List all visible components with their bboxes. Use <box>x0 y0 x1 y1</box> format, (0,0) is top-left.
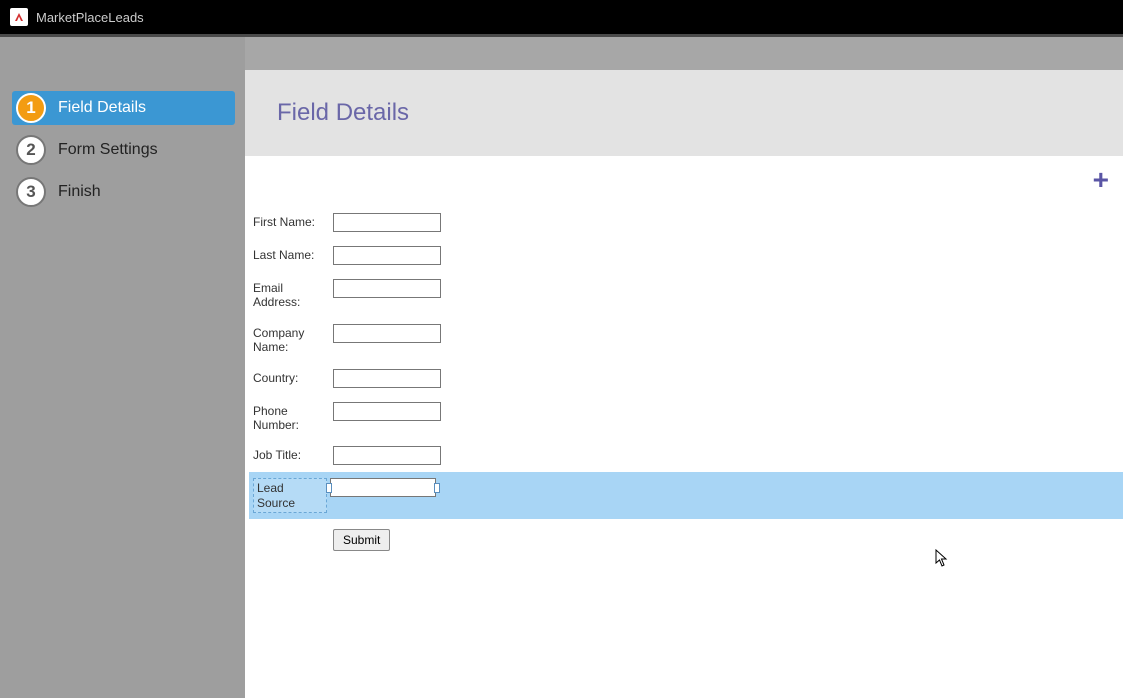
field-row-lead-source[interactable]: Lead Source <box>249 472 1123 519</box>
step-finish[interactable]: 3 Finish <box>12 175 235 209</box>
field-label: Phone Number: <box>253 402 333 433</box>
step-number-badge: 3 <box>16 177 46 207</box>
email-input[interactable] <box>333 279 441 298</box>
main-top-gap <box>245 37 1123 70</box>
plus-icon: + <box>1093 164 1109 195</box>
job-title-input[interactable] <box>333 446 441 465</box>
add-field-button[interactable]: + <box>1093 166 1109 194</box>
country-input[interactable] <box>333 369 441 388</box>
first-name-input[interactable] <box>333 213 441 232</box>
content-panel: + First Name: Last Name: Email Address: … <box>245 156 1123 698</box>
resize-handle-left[interactable] <box>326 483 332 493</box>
resize-handle-right[interactable] <box>434 483 440 493</box>
page-title: Field Details <box>277 99 409 127</box>
field-row-job-title[interactable]: Job Title: <box>249 439 1123 472</box>
header-band: Field Details <box>245 70 1123 156</box>
field-label: Lead Source <box>253 478 327 513</box>
step-number-badge: 2 <box>16 135 46 165</box>
step-field-details[interactable]: 1 Field Details <box>12 91 235 125</box>
step-label: Form Settings <box>58 141 158 159</box>
submit-row: Submit <box>249 519 1123 551</box>
field-label: First Name: <box>253 213 333 229</box>
app-icon <box>10 8 28 26</box>
last-name-input[interactable] <box>333 246 441 265</box>
field-label: Country: <box>253 369 333 385</box>
step-label: Field Details <box>58 99 146 117</box>
form-area: First Name: Last Name: Email Address: Co… <box>245 166 1123 551</box>
field-label: Last Name: <box>253 246 333 262</box>
step-label: Finish <box>58 183 101 201</box>
field-label: Company Name: <box>253 324 333 355</box>
company-input[interactable] <box>333 324 441 343</box>
lead-source-input[interactable] <box>330 478 436 497</box>
workspace: 1 Field Details 2 Form Settings 3 Finish… <box>0 37 1123 698</box>
field-row-email[interactable]: Email Address: <box>249 272 1123 317</box>
input-wrap <box>330 478 436 497</box>
field-row-phone[interactable]: Phone Number: <box>249 395 1123 440</box>
main-area: Field Details + First Name: Last Name: E… <box>245 37 1123 698</box>
field-label: Email Address: <box>253 279 333 310</box>
field-label: Job Title: <box>253 446 333 462</box>
step-number-badge: 1 <box>16 93 46 123</box>
field-row-company[interactable]: Company Name: <box>249 317 1123 362</box>
sidebar: 1 Field Details 2 Form Settings 3 Finish <box>0 37 245 698</box>
field-row-country[interactable]: Country: <box>249 362 1123 395</box>
step-form-settings[interactable]: 2 Form Settings <box>12 133 235 167</box>
field-row-last-name[interactable]: Last Name: <box>249 239 1123 272</box>
titlebar: MarketPlaceLeads <box>0 0 1123 34</box>
phone-input[interactable] <box>333 402 441 421</box>
field-row-first-name[interactable]: First Name: <box>249 206 1123 239</box>
app-title: MarketPlaceLeads <box>36 10 144 25</box>
submit-button[interactable]: Submit <box>333 529 390 551</box>
